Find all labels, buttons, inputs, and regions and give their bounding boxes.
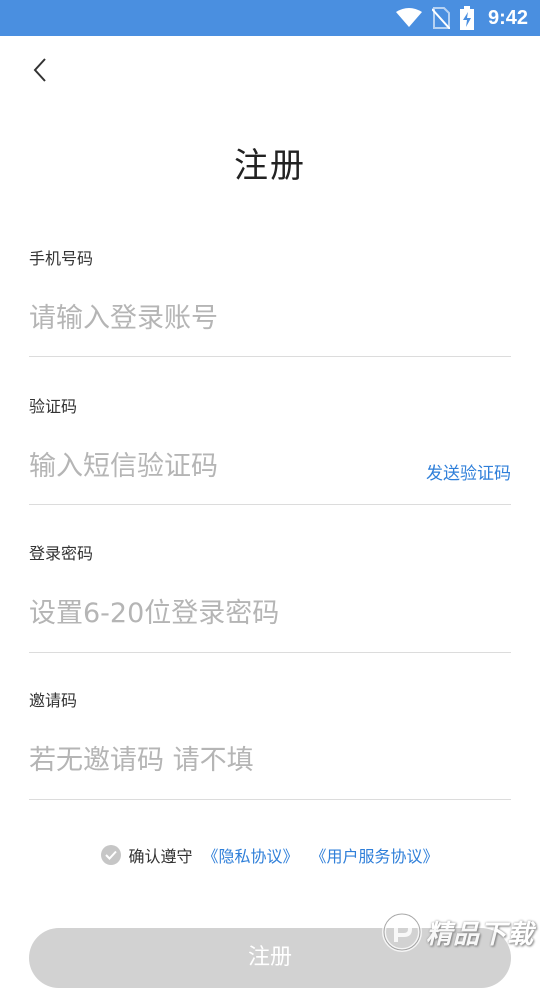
check-icon [105,850,118,860]
agree-checkbox[interactable] [101,845,122,865]
send-code-button[interactable]: 发送验证码 [426,459,511,484]
watermark: 精品下载 [381,912,534,952]
code-label: 验证码 [29,397,78,416]
watermark-logo-icon [381,912,422,952]
agreement-row: 确认遵守 《隐私协议》 《用户服务协议》 [0,843,540,867]
watermark-text: 精品下载 [425,919,534,950]
password-input[interactable] [29,593,511,633]
password-field-group: 登录密码 [29,543,511,653]
divider [29,652,511,653]
clock: 9:42 [487,6,528,29]
service-agreement-link[interactable]: 《用户服务协议》 [311,843,439,867]
phone-label: 手机号码 [29,249,94,268]
status-icons: 9:42 [395,0,528,36]
agreement-text: 确认遵守 [128,847,193,866]
code-input[interactable] [29,446,409,486]
wifi-icon [395,8,422,27]
chevron-left-icon [33,58,46,82]
divider [29,799,511,800]
back-button[interactable] [24,54,56,86]
invite-input[interactable] [29,740,511,780]
battery-charging-icon [459,6,474,30]
code-field-group: 验证码 发送验证码 [29,396,511,505]
no-sim-icon [431,7,450,29]
phone-input[interactable] [29,298,511,338]
page-title: 注册 [234,146,306,186]
phone-field-group: 手机号码 [29,248,511,357]
privacy-policy-link[interactable]: 《隐私协议》 [202,843,298,867]
invite-label: 邀请码 [29,691,78,710]
status-bar: 9:42 [0,0,540,36]
password-label: 登录密码 [29,544,94,563]
divider [29,356,511,357]
divider [29,504,511,505]
invite-field-group: 邀请码 [29,690,511,800]
